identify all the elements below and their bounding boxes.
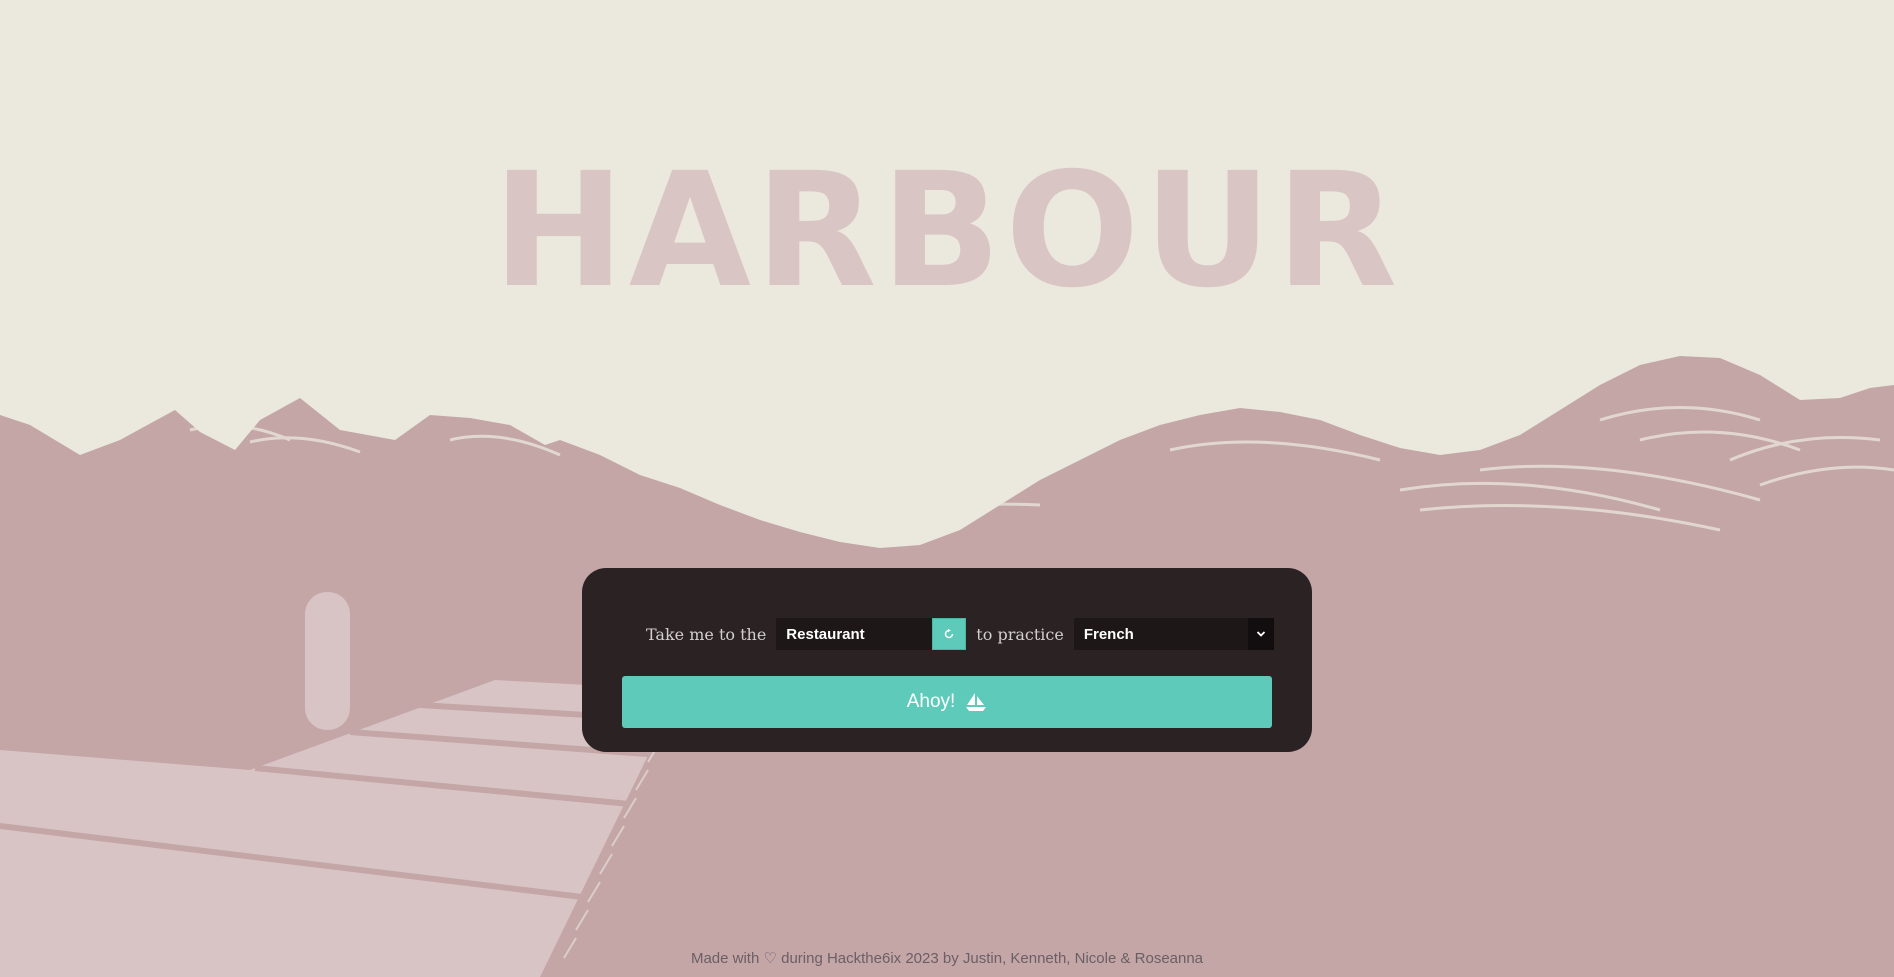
footer-credits: Made with ♡ during Hackthe6ix 2023 by Ju… bbox=[690, 950, 1204, 967]
refresh-icon bbox=[945, 628, 954, 639]
chevron-down-icon bbox=[1256, 631, 1265, 637]
location-input[interactable] bbox=[776, 618, 933, 650]
language-dropdown-arrow[interactable] bbox=[1247, 618, 1274, 650]
app-title: HARBOUR bbox=[492, 139, 1402, 323]
destination-form: Take me to the to practice French Ahoy! bbox=[582, 568, 1312, 752]
language-select[interactable]: French bbox=[1073, 618, 1274, 650]
refresh-location-button[interactable] bbox=[932, 618, 967, 650]
language-select-value: French bbox=[1083, 625, 1134, 643]
ahoy-button[interactable]: Ahoy! bbox=[622, 676, 1272, 728]
ahoy-button-label: Ahoy! bbox=[906, 691, 956, 712]
practice-label: to practice bbox=[976, 624, 1064, 644]
sailboat-icon bbox=[966, 693, 987, 711]
form-row: Take me to the to practice French bbox=[646, 618, 1274, 650]
pier-post bbox=[305, 592, 350, 730]
location-input-group bbox=[776, 618, 967, 650]
prefix-label: Take me to the bbox=[646, 624, 767, 644]
